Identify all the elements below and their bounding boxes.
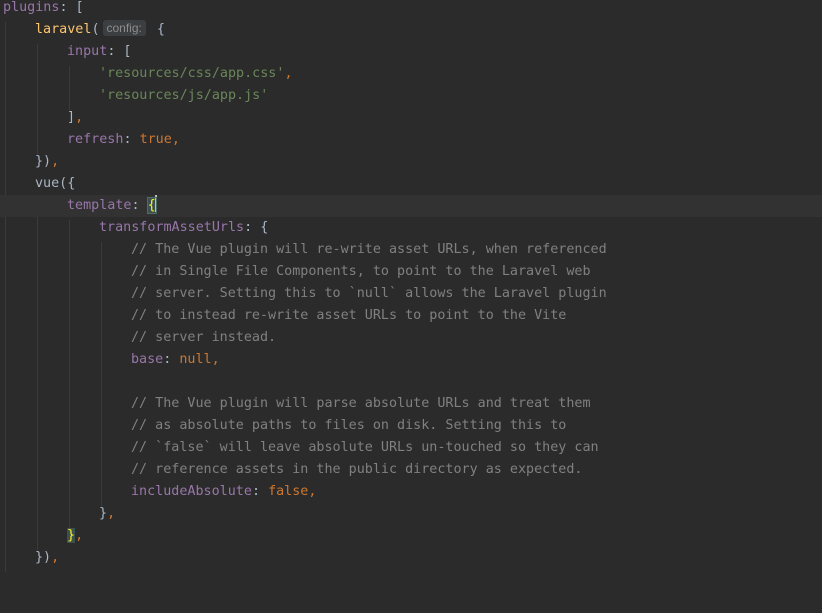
code-line[interactable]: ], xyxy=(0,107,822,129)
code-line-blank[interactable] xyxy=(0,371,822,393)
code-token: , xyxy=(75,110,84,125)
code-comment: // to instead re-write asset URLs to poi… xyxy=(131,308,567,323)
code-comment: // server. Setting this to `null` allows… xyxy=(131,286,607,301)
code-token: plugins xyxy=(3,0,60,15)
code-token: template xyxy=(67,198,132,213)
code-token: : xyxy=(251,484,269,499)
code-comment: // reference assets in the public direct… xyxy=(131,462,583,477)
code-comment: // in Single File Components, to point t… xyxy=(131,264,591,279)
code-token: , xyxy=(107,506,116,521)
code-token: null xyxy=(179,352,212,367)
code-line[interactable]: }, xyxy=(0,525,822,547)
parameter-hint: config: xyxy=(102,20,146,36)
code-line[interactable]: 'resources/css/app.css', xyxy=(0,63,822,85)
code-token: vue({ xyxy=(35,176,76,191)
code-line[interactable]: // server instead. xyxy=(0,327,822,349)
code-line[interactable]: base: null, xyxy=(0,349,822,371)
code-token: 'resources/js/app.js' xyxy=(99,88,269,103)
code-line[interactable]: // The Vue plugin will parse absolute UR… xyxy=(0,393,822,415)
code-line[interactable]: transformAssetUrls: { xyxy=(0,217,822,239)
code-token: true xyxy=(139,132,172,147)
code-line[interactable]: vue({ xyxy=(0,173,822,195)
code-token: ( xyxy=(91,22,100,37)
code-token: refresh xyxy=(67,132,124,147)
code-line[interactable]: // The Vue plugin will re-write asset UR… xyxy=(0,239,822,261)
code-comment: // The Vue plugin will parse absolute UR… xyxy=(131,396,591,411)
code-token: base xyxy=(131,352,164,367)
code-token: , xyxy=(51,154,60,169)
code-token: , xyxy=(75,528,84,543)
code-line[interactable]: refresh: true, xyxy=(0,129,822,151)
code-line[interactable]: input: [ xyxy=(0,41,822,63)
code-token: { xyxy=(148,22,165,37)
code-line[interactable]: // as absolute paths to files on disk. S… xyxy=(0,415,822,437)
code-comment: // server instead. xyxy=(131,330,277,345)
code-token: , xyxy=(171,132,180,147)
matched-brace: } xyxy=(67,528,76,543)
code-comment: // The Vue plugin will re-write asset UR… xyxy=(131,242,607,257)
code-token: : xyxy=(163,352,180,367)
code-token: }) xyxy=(35,550,52,565)
code-line-current[interactable]: template: { xyxy=(0,195,822,217)
code-token: transformAssetUrls xyxy=(99,220,245,235)
code-token: } xyxy=(99,506,108,521)
code-token: ] xyxy=(67,110,76,125)
code-token: : [ xyxy=(107,44,132,59)
code-token: laravel xyxy=(35,22,92,37)
code-comment: // as absolute paths to files on disk. S… xyxy=(131,418,567,433)
code-line[interactable]: }, xyxy=(0,503,822,525)
code-token: , xyxy=(51,550,60,565)
code-token: : xyxy=(131,198,148,213)
code-token: : { xyxy=(244,220,269,235)
code-token: false xyxy=(268,484,309,499)
code-line[interactable]: // reference assets in the public direct… xyxy=(0,459,822,481)
code-token: input xyxy=(67,44,108,59)
code-token: , xyxy=(284,66,293,81)
code-token: , xyxy=(211,352,220,367)
code-line[interactable]: 'resources/js/app.js' xyxy=(0,85,822,107)
code-line[interactable]: plugins: [ xyxy=(0,0,822,19)
code-line[interactable]: includeAbsolute: false, xyxy=(0,481,822,503)
text-caret xyxy=(154,195,157,212)
code-line[interactable]: // to instead re-write asset URLs to poi… xyxy=(0,305,822,327)
code-token: }) xyxy=(35,154,52,169)
code-token: : [ xyxy=(59,0,84,15)
code-editor[interactable]: plugins: [ laravel(config: { input: [ 'r… xyxy=(0,0,822,572)
code-line[interactable]: // server. Setting this to `null` allows… xyxy=(0,283,822,305)
code-token: includeAbsolute xyxy=(131,484,252,499)
code-line[interactable]: }), xyxy=(0,151,822,173)
code-comment: // `false` will leave absolute URLs un-t… xyxy=(131,440,599,455)
code-line[interactable]: // `false` will leave absolute URLs un-t… xyxy=(0,437,822,459)
code-line[interactable]: // in Single File Components, to point t… xyxy=(0,261,822,283)
code-token: 'resources/css/app.css' xyxy=(99,66,285,81)
code-token: , xyxy=(308,484,317,499)
code-line[interactable]: }), xyxy=(0,547,822,569)
code-line[interactable]: laravel(config: { xyxy=(0,19,822,41)
code-token: : xyxy=(123,132,140,147)
